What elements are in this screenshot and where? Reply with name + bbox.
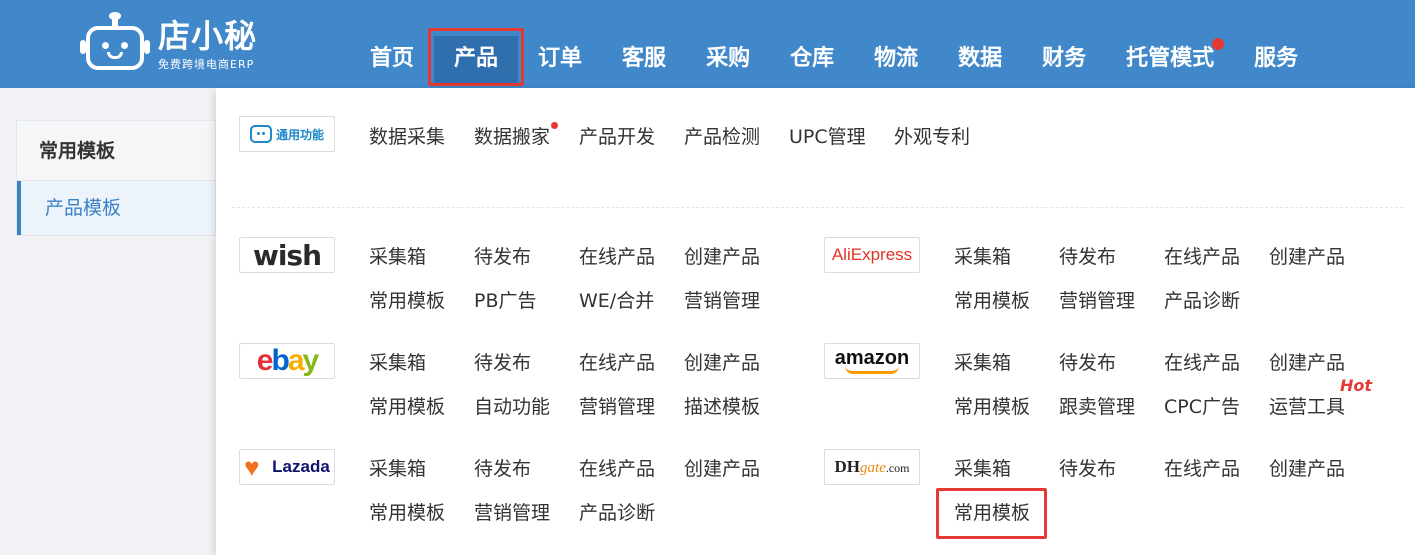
nav-services[interactable]: 服务 [1234,36,1318,84]
robot-logo-icon [80,12,150,78]
wish-link-online-products[interactable]: 在线产品 [579,244,655,270]
dhgate-link-create-product[interactable]: 创建产品 [1269,456,1345,482]
amazon-link-templates[interactable]: 常用模板 [954,394,1030,420]
nav-hosting-mode-label: 托管模式 [1126,46,1215,71]
wish-link-marketing[interactable]: 营销管理 [684,288,760,314]
amazon-smile-icon [845,366,899,374]
nav-warehouse[interactable]: 仓库 [770,36,854,84]
ebay-link-online-products[interactable]: 在线产品 [579,350,655,376]
ebay-link-pending-publish[interactable]: 待发布 [474,350,531,376]
tag-common-functions: 通用功能 [239,116,335,152]
tag-wish: wish [239,237,335,273]
main-nav: 首页 产品 订单 客服 采购 仓库 物流 数据 财务 托管模式 服务 [350,28,1318,86]
dhgate-link-templates[interactable]: 常用模板 [954,500,1030,526]
left-panel: 常用模板 产品模板 [16,120,216,236]
amazon-link-operation-tools[interactable]: 运营工具 [1269,394,1345,420]
brand-subtitle: 免费跨境电商ERP [158,58,255,71]
lazada-heart-icon [244,452,266,483]
tag-ebay: ebay [239,343,335,379]
lazada-logo: Lazada [244,452,330,483]
dhgate-logo-com: .com [885,461,910,475]
ebay-logo: ebay [256,344,319,377]
ebay-link-description-templates[interactable]: 描述模板 [684,394,760,420]
nav-purchase[interactable]: 采购 [686,36,770,84]
lazada-link-collection-box[interactable]: 采集箱 [369,456,426,482]
lazada-logo-text: Lazada [272,457,330,476]
ebay-link-create-product[interactable]: 创建产品 [684,350,760,376]
wish-link-create-product[interactable]: 创建产品 [684,244,760,270]
link-data-migration[interactable]: 数据搬家 [474,122,559,150]
aliexpress-logo: AliExpress [831,245,913,264]
top-header: 店小秘 免费跨境电商ERP 首页 产品 订单 客服 采购 仓库 物流 数据 财务… [0,0,1415,88]
link-data-collection[interactable]: 数据采集 [369,124,445,150]
new-dot-icon [551,122,559,129]
ali-link-create-product[interactable]: 创建产品 [1269,244,1345,270]
dhgate-logo: DH gate .com [835,457,910,477]
amazon-link-pending-publish[interactable]: 待发布 [1059,350,1116,376]
nav-logistics[interactable]: 物流 [854,36,938,84]
dhgate-link-pending-publish[interactable]: 待发布 [1059,456,1116,482]
brand-name: 店小秘 [158,17,258,55]
ali-link-pending-publish[interactable]: 待发布 [1059,244,1116,270]
link-product-development[interactable]: 产品开发 [579,124,655,150]
notification-dot-icon [1212,38,1225,50]
amazon-link-cpc-ads[interactable]: CPC广告 [1164,394,1240,420]
dhgate-logo-gate: gate [860,460,886,476]
ebay-link-marketing[interactable]: 营销管理 [579,394,655,420]
tag-amazon: amazon [824,343,920,379]
wish-link-pending-publish[interactable]: 待发布 [474,244,531,270]
wish-logo: wish [252,238,322,272]
amazon-link-online-products[interactable]: 在线产品 [1164,350,1240,376]
wish-link-we-merge[interactable]: WE/合并 [579,288,654,314]
amazon-logo-text: amazon [834,347,910,369]
section-divider [232,207,1403,208]
ali-link-product-diagnosis[interactable]: 产品诊断 [1164,288,1240,314]
brand-text: 店小秘 免费跨境电商ERP [158,18,257,72]
brand-logo[interactable]: 店小秘 免费跨境电商ERP [80,12,257,78]
tag-lazada: Lazada [239,449,335,485]
nav-orders[interactable]: 订单 [518,36,602,84]
amazon-logo: amazon [835,348,909,374]
ebay-link-collection-box[interactable]: 采集箱 [369,350,426,376]
lazada-link-templates[interactable]: 常用模板 [369,500,445,526]
lazada-link-online-products[interactable]: 在线产品 [579,456,655,482]
ali-link-templates[interactable]: 常用模板 [954,288,1030,314]
lazada-link-pending-publish[interactable]: 待发布 [474,456,531,482]
wish-link-pb-ads[interactable]: PB广告 [474,288,537,314]
tag-dhgate: DH gate .com [824,449,920,485]
left-panel-title: 常用模板 [17,121,215,181]
nav-hosting-mode[interactable]: 托管模式 [1106,36,1234,84]
nav-home[interactable]: 首页 [350,36,434,84]
tag-aliexpress: AliExpress [824,237,920,273]
product-dropdown-menu: 通用功能 数据采集 数据搬家 产品开发 产品检测 UPC管理 外观专利 wish… [216,88,1415,555]
dhgate-link-online-products[interactable]: 在线产品 [1164,456,1240,482]
link-upc-management[interactable]: UPC管理 [789,124,866,150]
hot-badge: Hot [1340,376,1373,395]
robot-icon [249,125,272,143]
nav-data[interactable]: 数据 [938,36,1022,84]
amazon-link-collection-box[interactable]: 采集箱 [954,350,1011,376]
link-design-patent[interactable]: 外观专利 [894,124,970,150]
dhgate-link-collection-box[interactable]: 采集箱 [954,456,1011,482]
link-data-migration-label: 数据搬家 [474,126,551,148]
lazada-link-marketing[interactable]: 营销管理 [474,500,550,526]
left-item-product-template[interactable]: 产品模板 [17,181,215,235]
amazon-link-listing-follow[interactable]: 跟卖管理 [1059,394,1135,420]
link-product-check[interactable]: 产品检测 [684,124,760,150]
ebay-link-auto-functions[interactable]: 自动功能 [474,394,550,420]
nav-finance[interactable]: 财务 [1022,36,1106,84]
nav-product[interactable]: 产品 [428,28,525,86]
amazon-link-create-product[interactable]: 创建产品 [1269,350,1345,376]
ali-link-online-products[interactable]: 在线产品 [1164,244,1240,270]
nav-customer-service[interactable]: 客服 [602,36,686,84]
ebay-link-templates[interactable]: 常用模板 [369,394,445,420]
tag-common-label: 通用功能 [275,127,324,142]
ali-link-marketing[interactable]: 营销管理 [1059,288,1135,314]
wish-link-collection-box[interactable]: 采集箱 [369,244,426,270]
wish-link-templates[interactable]: 常用模板 [369,288,445,314]
lazada-link-create-product[interactable]: 创建产品 [684,456,760,482]
dhgate-logo-dh: DH [834,457,861,476]
lazada-link-product-diagnosis[interactable]: 产品诊断 [579,500,655,526]
ali-link-collection-box[interactable]: 采集箱 [954,244,1011,270]
